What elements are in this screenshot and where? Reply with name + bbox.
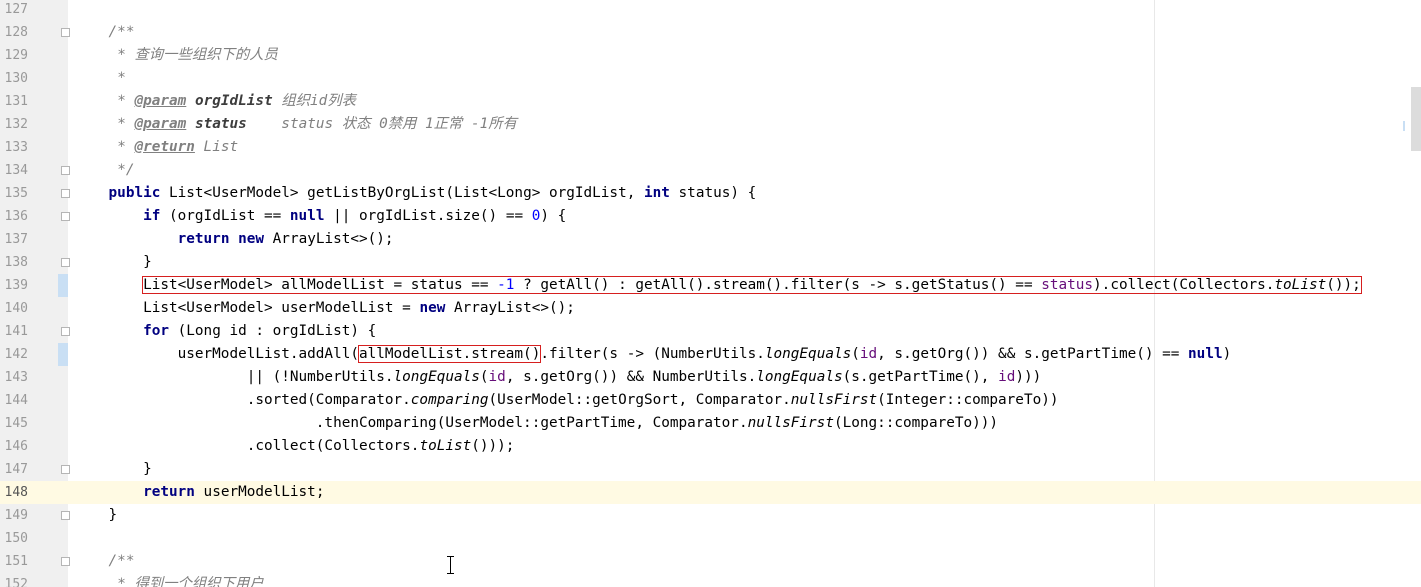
line-number[interactable]: 147 [0, 458, 28, 481]
code-text[interactable]: * [74, 67, 126, 90]
code-editor[interactable]: 127 128 /** 129 * 查询一些组织下的人员 130 * 131 * @pa… [0, 0, 1421, 587]
highlight-box: List<UserModel> allModelList = status ==… [142, 276, 1362, 294]
code-line[interactable]: 137 return new ArrayList<>(); [0, 228, 1421, 251]
code-text[interactable]: public List<UserModel> getListByOrgList(… [74, 182, 757, 205]
code-line[interactable]: 129 * 查询一些组织下的人员 [0, 44, 1421, 67]
scrollbar-change-marker [1403, 121, 1405, 131]
code-text[interactable]: || (!NumberUtils.longEquals(id, s.getOrg… [74, 366, 1042, 389]
code-line[interactable]: 148 return userModelList; [0, 481, 1421, 504]
code-text[interactable]: } [74, 458, 152, 481]
code-text[interactable]: List<UserModel> userModelList = new Arra… [74, 297, 575, 320]
line-number[interactable]: 132 [0, 113, 28, 136]
code-line[interactable]: 144 .sorted(Comparator.comparing(UserMod… [0, 389, 1421, 412]
code-text[interactable]: .collect(Collectors.toList())); [74, 435, 515, 458]
line-number[interactable]: 139 [0, 274, 28, 297]
fold-toggle-icon[interactable] [61, 212, 70, 221]
code-text[interactable]: .sorted(Comparator.comparing(UserModel::… [74, 389, 1059, 412]
code-line[interactable]: 133 * @return List [0, 136, 1421, 159]
fold-toggle-icon[interactable] [61, 28, 70, 37]
code-line[interactable]: 135 public List<UserModel> getListByOrgL… [0, 182, 1421, 205]
fold-toggle-icon[interactable] [61, 189, 70, 198]
line-number[interactable]: 135 [0, 182, 28, 205]
highlight-box: allModelList.stream() [357, 345, 542, 363]
line-number[interactable]: 136 [0, 205, 28, 228]
code-line[interactable]: 134 */ [0, 159, 1421, 182]
code-line[interactable]: 145 .thenComparing(UserModel::getPartTim… [0, 412, 1421, 435]
line-number[interactable]: 130 [0, 67, 28, 90]
code-line[interactable]: 140 List<UserModel> userModelList = new … [0, 297, 1421, 320]
line-number[interactable]: 144 [0, 389, 28, 412]
line-number[interactable]: 134 [0, 159, 28, 182]
line-number[interactable]: 140 [0, 297, 28, 320]
code-text[interactable]: List<UserModel> allModelList = status ==… [74, 274, 1362, 297]
code-text[interactable]: for (Long id : orgIdList) { [74, 320, 376, 343]
code-text[interactable]: * 查询一些组织下的人员 [74, 44, 278, 67]
line-number[interactable]: 145 [0, 412, 28, 435]
line-number[interactable]: 150 [0, 527, 28, 550]
change-marker[interactable] [58, 343, 68, 366]
code-line[interactable]: 139 List<UserModel> allModelList = statu… [0, 274, 1421, 297]
line-number[interactable]: 148 [0, 481, 28, 504]
code-line[interactable]: 147 } [0, 458, 1421, 481]
code-text[interactable]: if (orgIdList == null || orgIdList.size(… [74, 205, 566, 228]
code-text[interactable]: * @return List [74, 136, 238, 159]
line-number[interactable]: 143 [0, 366, 28, 389]
fold-toggle-icon[interactable] [61, 557, 70, 566]
text-cursor-icon [447, 556, 454, 574]
code-text[interactable]: /** [74, 21, 135, 44]
fold-toggle-icon[interactable] [61, 327, 70, 336]
line-number[interactable]: 146 [0, 435, 28, 458]
vertical-scrollbar-thumb[interactable] [1411, 87, 1421, 151]
fold-toggle-icon[interactable] [61, 258, 70, 267]
code-line[interactable]: 130 * [0, 67, 1421, 90]
fold-toggle-icon[interactable] [61, 465, 70, 474]
line-number[interactable]: 137 [0, 228, 28, 251]
code-line[interactable]: 151 /** [0, 550, 1421, 573]
code-text[interactable]: } [74, 251, 152, 274]
change-marker[interactable] [58, 274, 68, 297]
code-line[interactable]: 128 /** [0, 21, 1421, 44]
line-number[interactable]: 138 [0, 251, 28, 274]
code-text[interactable]: return new ArrayList<>(); [74, 228, 394, 251]
code-line[interactable]: 136 if (orgIdList == null || orgIdList.s… [0, 205, 1421, 228]
code-text[interactable]: * @param status status 状态 0禁用 1正常 -1所有 [74, 113, 517, 136]
code-line[interactable]: 152 * 得到一个组织下用户 [0, 573, 1421, 587]
code-text[interactable]: * @param orgIdList 组织id列表 [74, 90, 356, 113]
code-line[interactable]: 142 userModelList.addAll(allModelList.st… [0, 343, 1421, 366]
code-text[interactable]: * 得到一个组织下用户 [74, 573, 263, 587]
code-text[interactable]: */ [74, 159, 134, 182]
line-number[interactable]: 141 [0, 320, 28, 343]
code-line[interactable]: 143 || (!NumberUtils.longEquals(id, s.ge… [0, 366, 1421, 389]
code-line[interactable]: 132 * @param status status 状态 0禁用 1正常 -1… [0, 113, 1421, 136]
code-line[interactable]: 149 } [0, 504, 1421, 527]
line-number[interactable]: 127 [0, 0, 28, 21]
line-number[interactable]: 131 [0, 90, 28, 113]
code-text[interactable]: .thenComparing(UserModel::getPartTime, C… [74, 412, 998, 435]
code-line[interactable]: 141 for (Long id : orgIdList) { [0, 320, 1421, 343]
fold-toggle-icon[interactable] [61, 166, 70, 175]
code-text[interactable]: return userModelList; [74, 481, 324, 504]
code-line[interactable]: 131 * @param orgIdList 组织id列表 [0, 90, 1421, 113]
code-line[interactable]: 146 .collect(Collectors.toList())); [0, 435, 1421, 458]
line-number[interactable]: 142 [0, 343, 28, 366]
code-line[interactable]: 127 [0, 0, 1421, 21]
code-text[interactable]: } [74, 504, 118, 527]
line-number[interactable]: 128 [0, 21, 28, 44]
line-number[interactable]: 133 [0, 136, 28, 159]
line-number[interactable]: 152 [0, 573, 28, 587]
line-number[interactable]: 129 [0, 44, 28, 67]
fold-toggle-icon[interactable] [61, 511, 70, 520]
code-text[interactable]: /** [74, 550, 135, 573]
line-number[interactable]: 151 [0, 550, 28, 573]
code-line[interactable]: 138 } [0, 251, 1421, 274]
code-line[interactable]: 150 [0, 527, 1421, 550]
line-number[interactable]: 149 [0, 504, 28, 527]
code-text[interactable]: userModelList.addAll(allModelList.stream… [74, 343, 1231, 366]
